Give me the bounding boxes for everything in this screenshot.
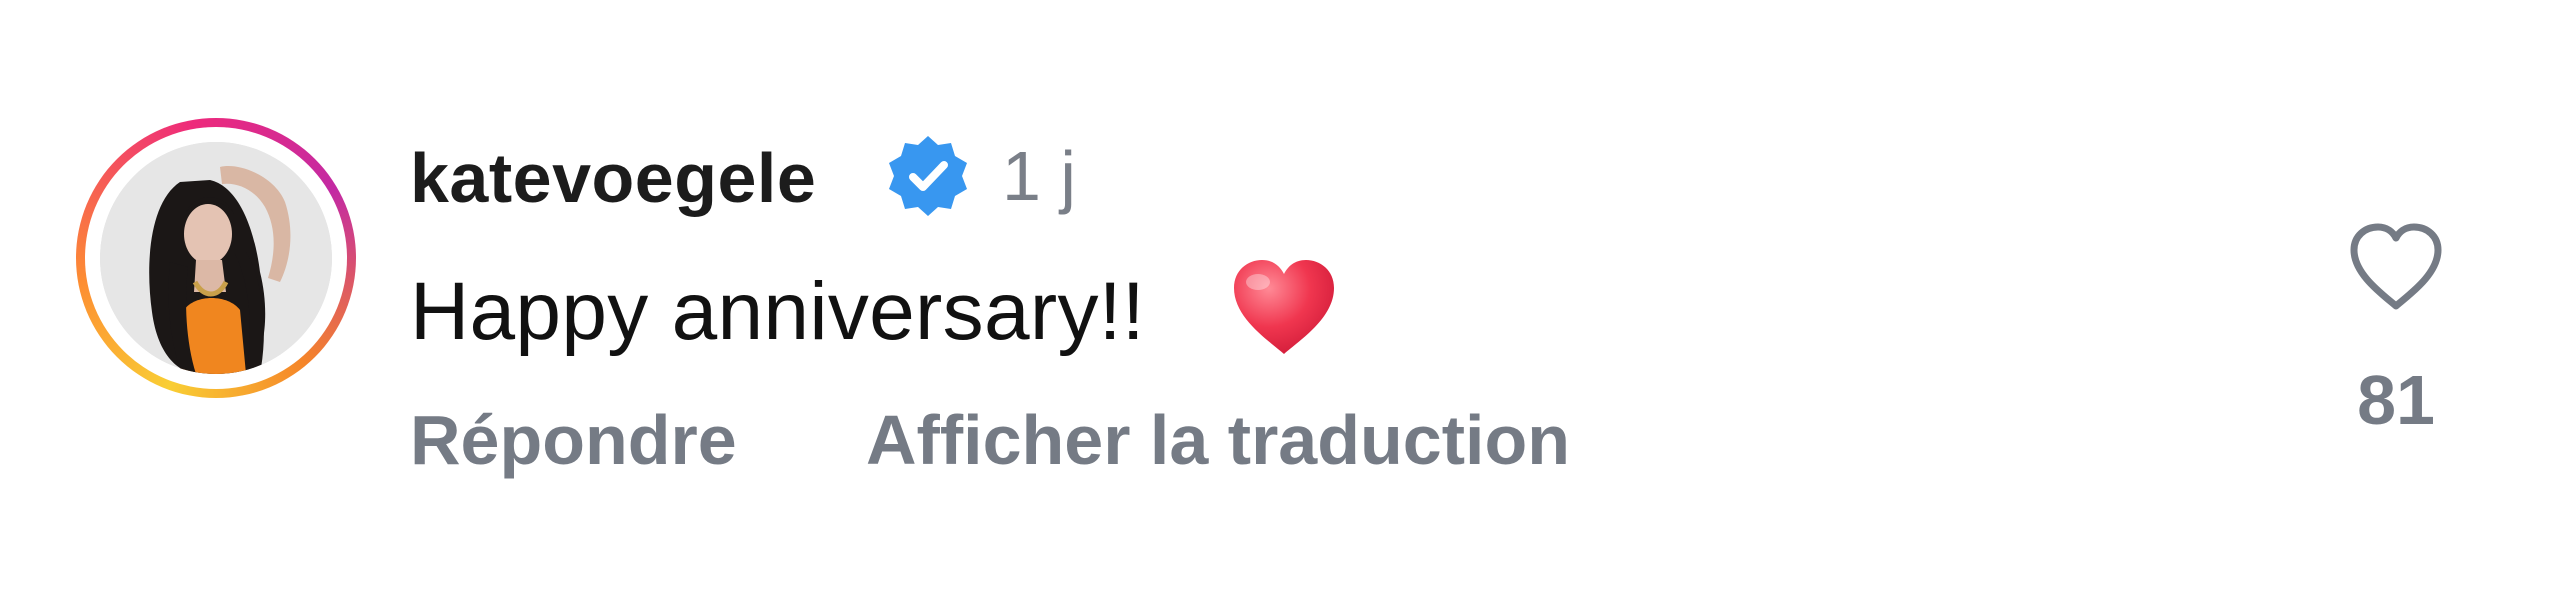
red-heart-emoji-icon (1234, 260, 1334, 354)
avatar[interactable] (100, 142, 332, 374)
reply-button[interactable]: Répondre (410, 396, 737, 484)
like-count: 81 (2357, 361, 2435, 439)
verified-badge-icon (889, 136, 967, 216)
see-translation-button[interactable]: Afficher la traduction (866, 396, 1570, 484)
comment-username[interactable]: katevoegele (410, 134, 816, 222)
avatar-story-ring[interactable] (76, 118, 356, 398)
comment-item: katevoegele 1 j Happy anniversary!! Répo… (0, 0, 2560, 612)
heart-outline-icon[interactable] (2348, 222, 2444, 312)
comment-text: Happy anniversary!! (410, 266, 1145, 357)
comment-timestamp: 1 j (1002, 137, 1076, 215)
avatar-photo-image (100, 142, 332, 374)
